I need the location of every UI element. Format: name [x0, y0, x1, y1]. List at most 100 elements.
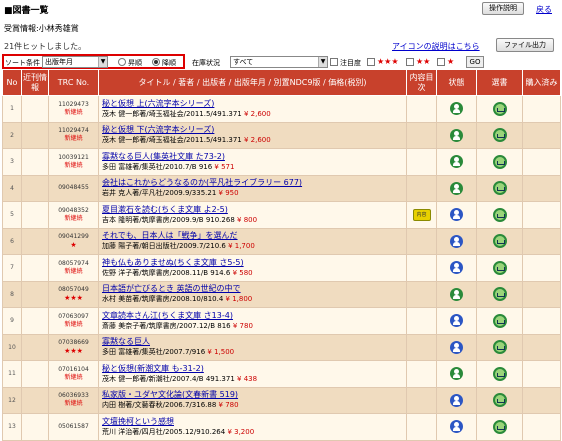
chevron-down-icon: ▼	[318, 57, 327, 67]
trc-number: 10039121	[58, 153, 89, 161]
contents-cell	[406, 307, 437, 335]
one-star-checkbox[interactable]	[437, 58, 445, 66]
trc-cell: 09041299 ★	[48, 227, 99, 255]
trc-number: 08057974	[58, 259, 89, 267]
cart-icon[interactable]	[492, 234, 507, 249]
book-info: 神も仏もありませぬ(ちくま文庫 さ5-5) 佐野 洋子著/筑摩書房/2008.11…	[98, 254, 407, 282]
cart-icon[interactable]	[492, 393, 507, 408]
contents-cell: 内容	[406, 201, 437, 229]
trc-cell: 11029474 新継続	[48, 121, 99, 149]
book-info: 会社はこれからどうなるのか(平凡社ライブラリー 677) 岩井 克人著/平凡社/2…	[98, 174, 407, 202]
purchased-cell	[522, 280, 561, 308]
cart-icon[interactable]	[492, 260, 507, 275]
asc-radio[interactable]	[118, 58, 126, 66]
select-cell	[476, 148, 523, 176]
row-no: 13	[2, 413, 22, 441]
row-no: 3	[2, 148, 22, 176]
status-cell	[436, 333, 477, 361]
book-meta: 内田 樹著/文藝春秋/2006.7/316.88	[102, 401, 217, 410]
status-person-icon[interactable]	[450, 340, 463, 354]
attention-label: 注目度	[340, 59, 361, 67]
status-person-icon[interactable]	[450, 261, 463, 275]
help-button[interactable]: 操作説明	[482, 2, 524, 15]
status-person-icon[interactable]	[450, 181, 463, 195]
trc-cell: 09048455	[48, 174, 99, 202]
purchased-cell	[522, 360, 561, 388]
three-star-checkbox[interactable]	[367, 58, 375, 66]
contents-cell	[406, 360, 437, 388]
contents-cell	[406, 174, 437, 202]
col-no[interactable]: No	[2, 69, 22, 96]
book-info: 寡黙なる巨人 多田 富雄著/集英社/2007.7/916 ¥ 1,500	[98, 333, 407, 361]
book-title-link[interactable]: 秘と仮想(新潮文庫 も-31-2)	[102, 364, 406, 374]
col-trc[interactable]: TRC No.	[48, 69, 99, 96]
contents-cell	[406, 121, 437, 149]
page-title: ■図書一覧	[4, 6, 49, 16]
cart-icon[interactable]	[492, 287, 507, 302]
go-button[interactable]: GO	[466, 56, 484, 68]
book-price: ¥ 780	[218, 401, 239, 410]
book-title-link[interactable]: それでも、日本人は「戦争」を選んだ	[102, 231, 406, 241]
status-person-icon[interactable]	[450, 393, 463, 407]
cart-icon[interactable]	[492, 101, 507, 116]
status-person-icon[interactable]	[450, 128, 463, 142]
cart-icon[interactable]	[492, 340, 507, 355]
select-cell	[476, 174, 523, 202]
cart-icon[interactable]	[492, 313, 507, 328]
stock-select[interactable]: すべて ▼	[230, 56, 328, 68]
cart-icon[interactable]	[492, 128, 507, 143]
col-select: 選書	[476, 69, 523, 96]
trc-cell: 08057974 新継続	[48, 254, 99, 282]
series-tag: 新継続	[64, 108, 83, 116]
status-person-icon[interactable]	[450, 208, 463, 222]
book-meta: 荒川 洋治著/四月社/2005.12/910.264	[102, 427, 226, 436]
purchased-cell	[522, 201, 561, 229]
book-title-link[interactable]: 夏目漱石を読む(ちくま文庫 よ2-5)	[102, 205, 406, 215]
status-person-icon[interactable]	[450, 367, 463, 381]
attention-checkbox[interactable]	[330, 58, 338, 66]
book-title-link[interactable]: 神も仏もありませぬ(ちくま文庫 さ5-5)	[102, 258, 406, 268]
book-price: ¥ 3,200	[227, 427, 255, 436]
book-title-link[interactable]: 文章読本さん江(ちくま文庫 さ13-4)	[102, 311, 406, 321]
book-title-link[interactable]: 会社はこれからどうなるのか(平凡社ライブラリー 677)	[102, 178, 406, 188]
select-cell	[476, 280, 523, 308]
contents-icon[interactable]: 内容	[412, 208, 431, 221]
cart-icon[interactable]	[492, 366, 507, 381]
trc-number: 09048352	[58, 206, 89, 214]
select-cell	[476, 95, 523, 123]
cart-icon[interactable]	[492, 181, 507, 196]
sort-select[interactable]: 出版年月 ▼	[42, 56, 108, 68]
two-star-checkbox[interactable]	[406, 58, 414, 66]
book-title-link[interactable]: 私家版・ユダヤ文化論(文春新書 519)	[102, 390, 406, 400]
status-person-icon[interactable]	[450, 287, 463, 301]
status-person-icon[interactable]	[450, 102, 463, 116]
status-person-icon[interactable]	[450, 234, 463, 248]
book-title-link[interactable]: 秘と仮想 下(六流字本シリーズ)	[102, 125, 406, 135]
cart-icon[interactable]	[492, 207, 507, 222]
select-cell	[476, 360, 523, 388]
forthcoming-cell	[21, 254, 49, 282]
book-title-link[interactable]: 寡黙なる巨人	[102, 337, 406, 347]
icon-help-link[interactable]: アイコンの説明はこちら	[392, 41, 480, 52]
status-person-icon[interactable]	[450, 314, 463, 328]
book-meta: 茂木 健一郎著/新潮社/2007.4/B 491.371	[102, 374, 235, 383]
status-cell	[436, 227, 477, 255]
cart-icon[interactable]	[492, 154, 507, 169]
book-title-link[interactable]: 日本語が亡びるとき 英語の世紀の中で	[102, 284, 406, 294]
row-no: 5	[2, 201, 22, 229]
book-title-link[interactable]: 寡黙なる巨人(集英社文庫 た73-2)	[102, 152, 406, 162]
file-output-button[interactable]: ファイル出力	[496, 38, 554, 52]
purchased-cell	[522, 386, 561, 414]
book-title-link[interactable]: 秘と仮想 上(六流字本シリーズ)	[102, 99, 406, 109]
desc-radio[interactable]	[152, 58, 160, 66]
status-person-icon[interactable]	[450, 155, 463, 169]
table-row: 5 09048352 新継続 夏目漱石を読む(ちくま文庫 よ2-5) 吉本 隆明著/筑摩…	[2, 201, 561, 229]
back-link[interactable]: 戻る	[536, 4, 552, 15]
cart-icon[interactable]	[492, 419, 507, 434]
book-title-link[interactable]: 文壇挽柯という感想	[102, 417, 406, 427]
contents-cell	[406, 254, 437, 282]
table-row: 7 08057974 新継続 神も仏もありませぬ(ちくま文庫 さ5-5) 佐野 洋子著/…	[2, 254, 561, 282]
status-person-icon[interactable]	[450, 420, 463, 434]
status-cell	[436, 95, 477, 123]
purchased-cell	[522, 227, 561, 255]
